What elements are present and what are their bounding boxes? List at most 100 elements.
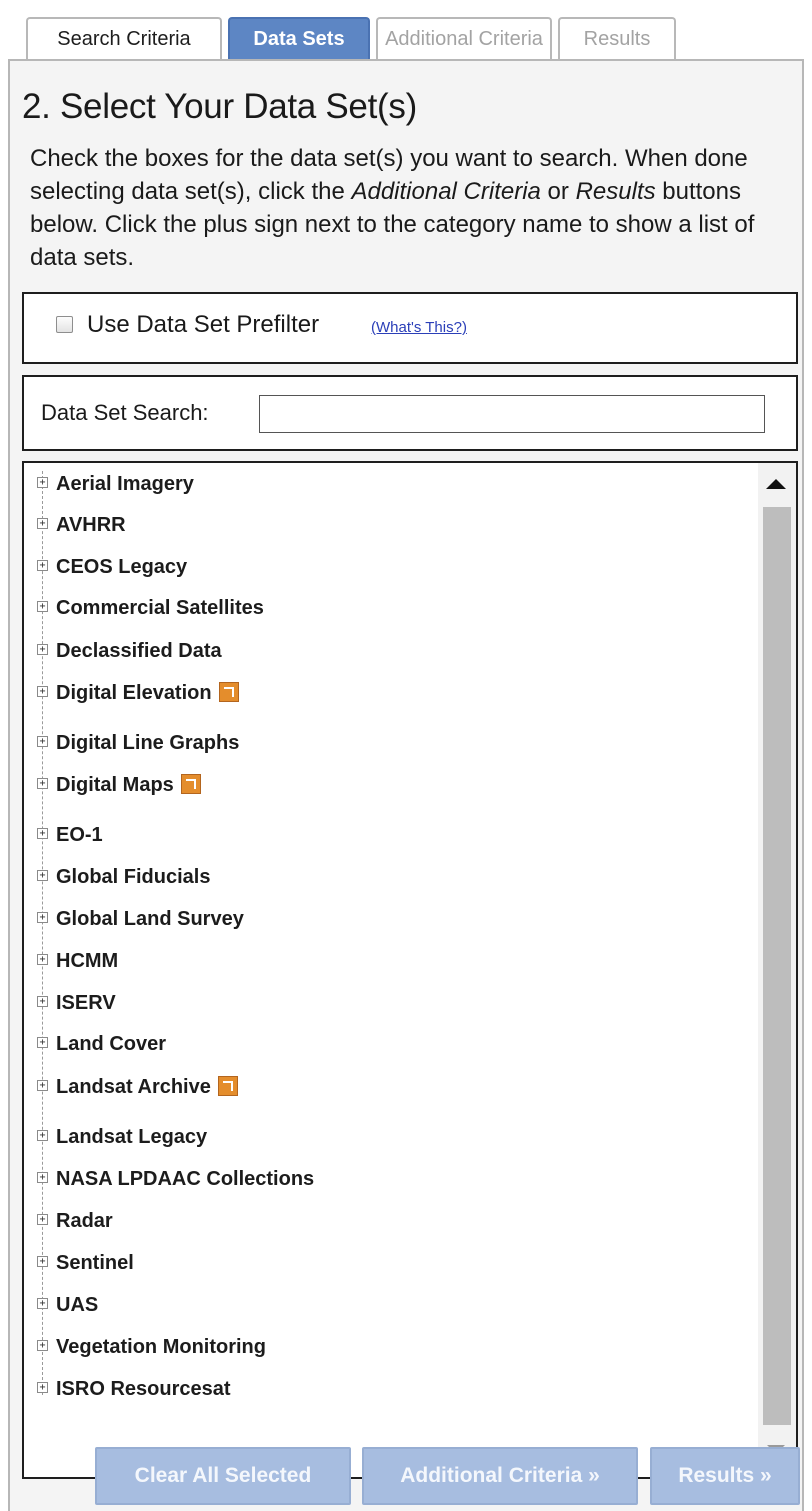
tree-item[interactable]: + Global Land Survey bbox=[24, 905, 724, 933]
instructions-results: Results bbox=[575, 178, 656, 205]
tree-item-label: Sentinel bbox=[56, 1249, 134, 1277]
tree-item-text: UAS bbox=[56, 1294, 99, 1316]
prefilter-label[interactable]: Use Data Set Prefilter bbox=[87, 311, 319, 339]
tree-item-text: AVHRR bbox=[56, 514, 126, 536]
plus-box-icon[interactable]: + bbox=[37, 870, 48, 881]
plus-box-icon[interactable]: + bbox=[37, 601, 48, 612]
plus-box-icon[interactable]: + bbox=[37, 1382, 48, 1393]
plus-box-icon[interactable]: + bbox=[37, 1172, 48, 1183]
data-set-search-label: Data Set Search: bbox=[41, 400, 209, 425]
plus-box-icon[interactable]: + bbox=[37, 828, 48, 839]
tree-item-text: Radar bbox=[56, 1210, 113, 1232]
clear-all-selected-button[interactable]: Clear All Selected bbox=[95, 1447, 351, 1505]
tree-item-text: Aerial Imagery bbox=[56, 473, 194, 495]
tree-item[interactable]: + Sentinel bbox=[24, 1249, 724, 1277]
tree-item-label: Vegetation Monitoring bbox=[56, 1333, 266, 1361]
tree-item-text: NASA LPDAAC Collections bbox=[56, 1168, 315, 1190]
external-link-icon[interactable] bbox=[217, 1076, 238, 1096]
tree-item[interactable]: + Digital Maps bbox=[24, 771, 724, 799]
tree-item-text: Digital Maps bbox=[56, 774, 174, 796]
tab-search-criteria[interactable]: Search Criteria bbox=[26, 17, 222, 59]
tree-item[interactable]: + ISRO Resourcesat bbox=[24, 1375, 724, 1403]
tree-item[interactable]: + Vegetation Monitoring bbox=[24, 1333, 724, 1361]
scroll-thumb[interactable] bbox=[763, 507, 791, 1425]
plus-box-icon[interactable]: + bbox=[37, 686, 48, 697]
tree-scrollbar[interactable] bbox=[758, 463, 796, 1477]
plus-box-icon[interactable]: + bbox=[37, 778, 48, 789]
plus-box-icon[interactable]: + bbox=[37, 1298, 48, 1309]
plus-box-icon[interactable]: + bbox=[37, 996, 48, 1007]
additional-criteria-button[interactable]: Additional Criteria » bbox=[362, 1447, 638, 1505]
tree-item-text: ISERV bbox=[56, 992, 116, 1014]
tree-item[interactable]: + Landsat Archive bbox=[24, 1073, 724, 1101]
tree-item-text: Land Cover bbox=[56, 1033, 167, 1055]
tree-item-text: Commercial Satellites bbox=[56, 597, 264, 619]
tree-item-label: Land Cover bbox=[56, 1030, 166, 1058]
tree-item-text: Digital Line Graphs bbox=[56, 732, 240, 754]
plus-box-icon[interactable]: + bbox=[37, 1037, 48, 1048]
tree-item-text: Landsat Legacy bbox=[56, 1126, 208, 1148]
plus-box-icon[interactable]: + bbox=[37, 1214, 48, 1225]
tree-item-text: EO-1 bbox=[56, 824, 103, 846]
tree-item-label: EO-1 bbox=[56, 821, 103, 849]
data-set-search-section: Data Set Search: bbox=[22, 375, 798, 451]
whats-this-link[interactable]: (What's This?) bbox=[371, 319, 467, 336]
tree-item-label: Digital Elevation bbox=[56, 679, 239, 707]
plus-box-icon[interactable]: + bbox=[37, 736, 48, 747]
tree-item-text: Sentinel bbox=[56, 1252, 134, 1274]
tree-item[interactable]: + Digital Line Graphs bbox=[24, 729, 724, 757]
instructions-part-2: or bbox=[540, 178, 576, 205]
tree-item[interactable]: + ISERV bbox=[24, 989, 724, 1017]
tree-item-label: NASA LPDAAC Collections bbox=[56, 1165, 314, 1193]
tree-item[interactable]: + Commercial Satellites bbox=[24, 594, 724, 622]
tree-item[interactable]: + Land Cover bbox=[24, 1030, 724, 1058]
tree-item[interactable]: + Global Fiducials bbox=[24, 863, 724, 891]
tree-item[interactable]: + HCMM bbox=[24, 947, 724, 975]
tree-item-label: Aerial Imagery bbox=[56, 470, 194, 498]
tab-data-sets[interactable]: Data Sets bbox=[228, 17, 370, 59]
plus-box-icon[interactable]: + bbox=[37, 912, 48, 923]
plus-box-icon[interactable]: + bbox=[37, 644, 48, 655]
tree-item[interactable]: + AVHRR bbox=[24, 511, 724, 539]
tree-item-label: UAS bbox=[56, 1291, 98, 1319]
tree-item[interactable]: + CEOS Legacy bbox=[24, 553, 724, 581]
prefilter-checkbox[interactable] bbox=[56, 316, 73, 333]
tree-item[interactable]: + Aerial Imagery bbox=[24, 470, 724, 498]
tree-item-text: Vegetation Monitoring bbox=[56, 1336, 266, 1358]
tree-item-text: Digital Elevation bbox=[56, 682, 212, 704]
tree-item-text: Declassified Data bbox=[56, 640, 222, 662]
tab-results[interactable]: Results bbox=[558, 17, 676, 59]
tree-item-text: CEOS Legacy bbox=[56, 556, 188, 578]
plus-box-icon[interactable]: + bbox=[37, 1080, 48, 1091]
tree-item[interactable]: + Landsat Legacy bbox=[24, 1123, 724, 1151]
tree-item[interactable]: + EO-1 bbox=[24, 821, 724, 849]
tree-item[interactable]: + Radar bbox=[24, 1207, 724, 1235]
tree-item[interactable]: + Digital Elevation bbox=[24, 679, 724, 707]
external-link-icon[interactable] bbox=[218, 682, 239, 702]
results-button[interactable]: Results » bbox=[650, 1447, 800, 1505]
tree-item[interactable]: + Declassified Data bbox=[24, 637, 724, 665]
plus-box-icon[interactable]: + bbox=[37, 954, 48, 965]
tab-bar: Search Criteria Data Sets Additional Cri… bbox=[26, 17, 676, 59]
tree-item-label: Landsat Legacy bbox=[56, 1123, 207, 1151]
arrow-up-icon[interactable] bbox=[766, 479, 786, 489]
tree-item-label: ISERV bbox=[56, 989, 116, 1017]
plus-box-icon[interactable]: + bbox=[37, 560, 48, 571]
tree-item-text: Global Land Survey bbox=[56, 908, 244, 930]
plus-box-icon[interactable]: + bbox=[37, 1130, 48, 1141]
plus-box-icon[interactable]: + bbox=[37, 518, 48, 529]
tree-item-label: Digital Maps bbox=[56, 771, 201, 799]
data-set-tree: + Aerial Imagery + AVHRR + CEOS Legacy + Commer… bbox=[22, 461, 798, 1479]
tree-item-text: Landsat Archive bbox=[56, 1076, 211, 1098]
data-set-search-input[interactable] bbox=[259, 395, 765, 433]
plus-box-icon[interactable]: + bbox=[37, 477, 48, 488]
plus-box-icon[interactable]: + bbox=[37, 1340, 48, 1351]
tree-item[interactable]: + UAS bbox=[24, 1291, 724, 1319]
tree-item[interactable]: + NASA LPDAAC Collections bbox=[24, 1165, 724, 1193]
tab-additional-criteria[interactable]: Additional Criteria bbox=[376, 17, 552, 59]
plus-box-icon[interactable]: + bbox=[37, 1256, 48, 1267]
tree-item-label: Digital Line Graphs bbox=[56, 729, 239, 757]
external-link-icon[interactable] bbox=[180, 774, 201, 794]
tree-item-label: AVHRR bbox=[56, 511, 126, 539]
tree-item-label: ISRO Resourcesat bbox=[56, 1375, 231, 1403]
